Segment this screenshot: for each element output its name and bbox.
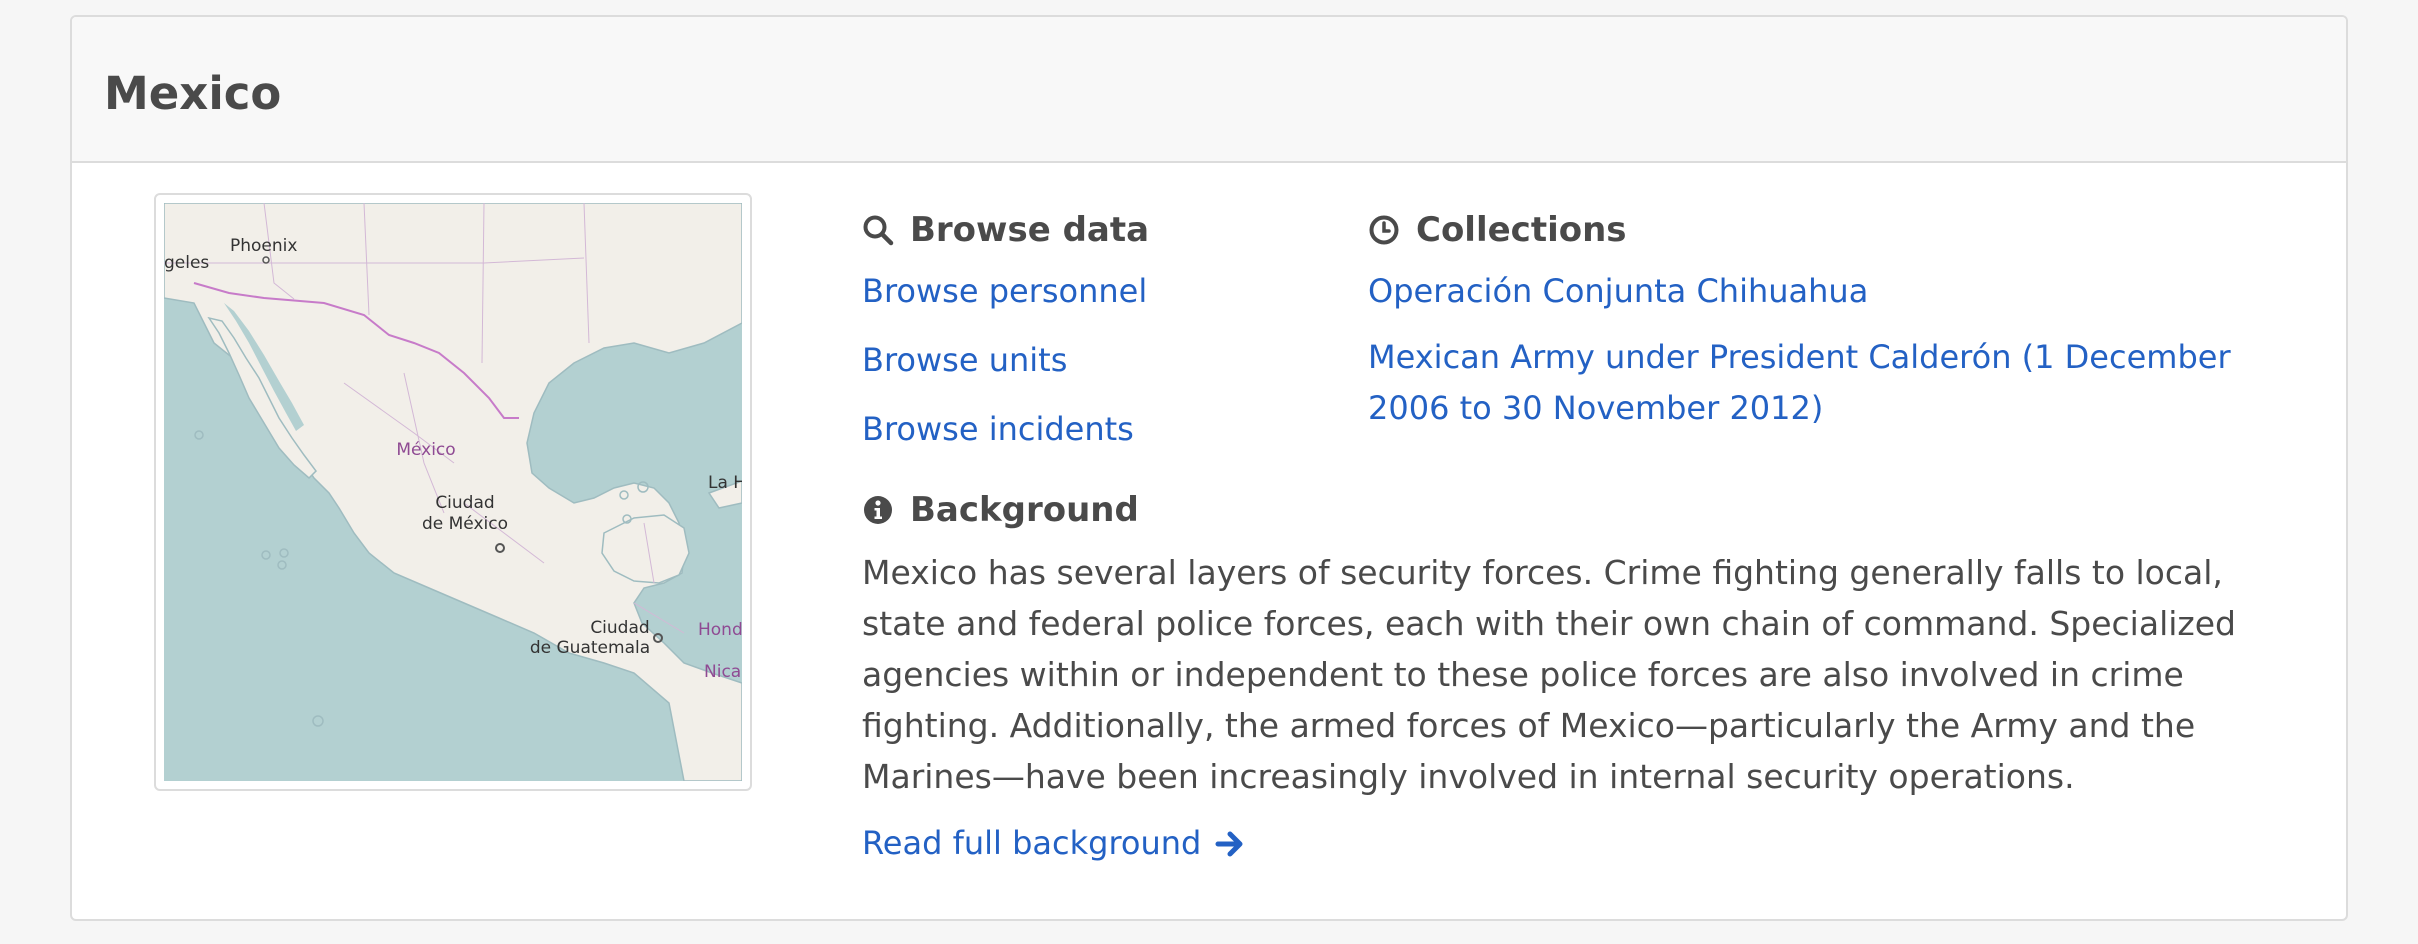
clock-icon [1369,215,1399,245]
map-label-honduras: Hond [698,620,742,640]
search-icon [863,215,894,246]
panel-header: Mexico [72,17,2346,163]
map-label-phoenix: Phoenix [230,236,297,256]
background-heading: Background [862,493,1139,527]
map-label-habana: La H [708,473,742,493]
map-label-cdmx-1: Ciudad [435,493,494,513]
browse-units-link[interactable]: Browse units [862,340,1067,382]
collections-heading: Collections [1368,213,1627,247]
browse-personnel-link[interactable]: Browse personnel [862,271,1147,313]
map-label-guatemala-2: de Guatemala [530,638,650,658]
read-full-background-link[interactable]: Read full background [862,823,1245,865]
collections-heading-label: Collections [1416,210,1627,250]
background-text: Mexico has several layers of security fo… [862,553,2236,796]
map-label-nicaragua: Nica [704,662,741,682]
map-label-angeles: geles [164,253,209,273]
page-title: Mexico [104,67,282,120]
collection-link-calderon[interactable]: Mexican Army under President Calderón (1… [1368,332,2288,434]
country-map[interactable]: Phoenix geles Ciudad de México Ciudad de… [154,193,752,791]
read-full-background-label: Read full background [862,824,1202,862]
arrow-right-icon [1215,831,1243,857]
map-label-mexico: México [396,440,455,460]
map-label-cdmx-2: de México [422,514,508,534]
info-icon [864,496,892,524]
map-label-guatemala-1: Ciudad [590,618,649,638]
browse-data-heading-label: Browse data [910,210,1150,250]
browse-data-heading: Browse data [862,213,1149,247]
map-canvas[interactable]: Phoenix geles Ciudad de México Ciudad de… [164,203,742,781]
collection-link-chihuahua[interactable]: Operación Conjunta Chihuahua [1368,271,1868,313]
browse-incidents-link[interactable]: Browse incidents [862,409,1134,451]
country-panel: Mexico Phoenix geles Ciudad de México Ci… [70,15,2348,921]
background-heading-label: Background [910,490,1139,530]
